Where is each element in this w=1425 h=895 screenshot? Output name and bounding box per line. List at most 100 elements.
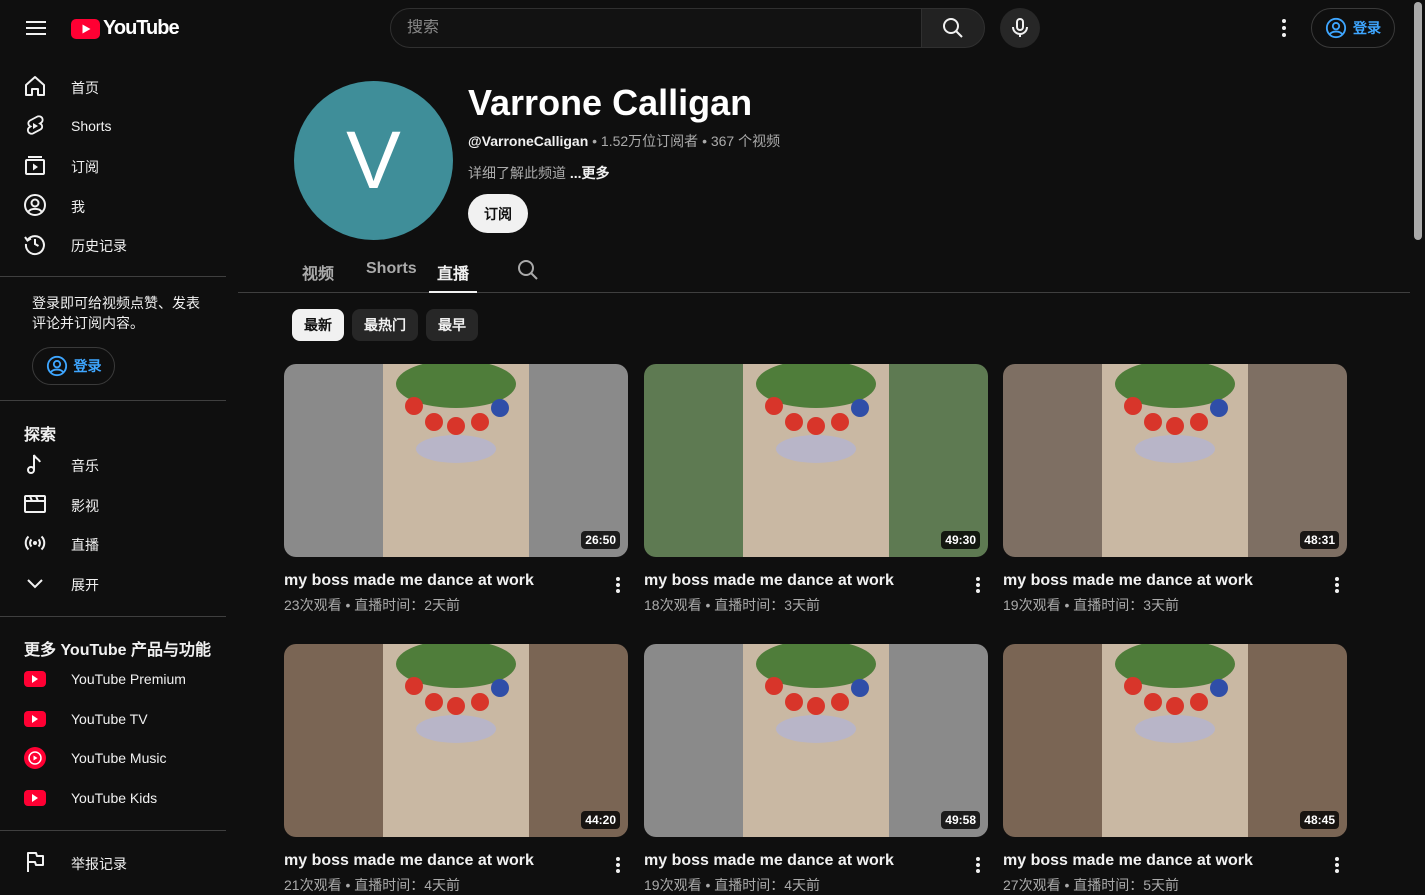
video-card[interactable]: 44:20 my boss made me dance at work 21次观看 … [284, 644, 628, 893]
video-title[interactable]: my boss made me dance at work [284, 572, 534, 590]
youtube-premium-icon [23, 667, 47, 691]
movies-icon [23, 492, 47, 516]
sidebar-item-live[interactable]: 直播 [12, 523, 226, 563]
video-meta: 21次观看 • 直播时间：4天前 [284, 877, 461, 893]
sidebar-divider [0, 400, 226, 401]
tab-videos[interactable]: 视频 [302, 260, 334, 293]
sidebar-item-youtube-music[interactable]: YouTube Music [12, 738, 226, 778]
video-title[interactable]: my boss made me dance at work [284, 852, 534, 870]
sidebar-item-movies[interactable]: 影视 [12, 484, 226, 524]
sidebar-signin-label: 登录 [73, 358, 102, 374]
thumbnail-strawberry [765, 397, 783, 415]
more-vertical-icon [1282, 19, 1286, 37]
thumbnail-image [284, 644, 628, 837]
video-action-menu-button[interactable] [1325, 573, 1349, 597]
sidebar-item-label: Shorts [71, 118, 112, 134]
sidebar-item-label: 订阅 [71, 159, 99, 175]
sidebar-item-youtube-premium[interactable]: YouTube Premium [12, 659, 226, 699]
more-vertical-icon [616, 857, 620, 873]
sidebar-item-you[interactable]: 我 [12, 185, 226, 225]
sidebar-item-report-history[interactable]: 举报记录 [12, 842, 226, 882]
sidebar-item-label: 展开 [71, 577, 99, 593]
video-card[interactable]: 48:31 my boss made me dance at work 19次观看 … [1003, 364, 1347, 613]
channel-name: Varrone Calligan [468, 82, 753, 123]
thumbnail-strawberry [1124, 397, 1142, 415]
video-thumbnail[interactable]: 26:50 [284, 364, 628, 557]
menu-button[interactable] [22, 14, 50, 42]
channel-more-link[interactable]: ...更多 [570, 165, 610, 181]
tab-shorts[interactable]: Shorts [366, 260, 417, 293]
video-action-menu-button[interactable] [966, 573, 990, 597]
sidebar-item-expand[interactable]: 展开 [12, 563, 226, 603]
more-vertical-icon [976, 857, 980, 873]
search-button[interactable] [921, 8, 985, 48]
sidebar-divider [0, 616, 226, 617]
video-thumbnail[interactable]: 44:20 [284, 644, 628, 837]
video-thumbnail[interactable]: 48:31 [1003, 364, 1347, 557]
search-input[interactable] [407, 19, 921, 37]
thumbnail-image [284, 364, 628, 557]
chip-latest[interactable]: 最新 [292, 309, 344, 341]
thumbnail-plate [416, 715, 496, 743]
voice-search-button[interactable] [1000, 8, 1040, 48]
video-action-menu-button[interactable] [606, 853, 630, 877]
sidebar-item-youtube-tv[interactable]: YouTube TV [12, 699, 226, 739]
thumbnail-strawberry [405, 677, 423, 695]
video-card[interactable]: 49:30 my boss made me dance at work 18次观看 … [644, 364, 988, 613]
sidebar-item-music[interactable]: 音乐 [12, 444, 226, 484]
sidebar-item-youtube-kids[interactable]: YouTube Kids [12, 778, 226, 818]
tab-search[interactable] [516, 258, 540, 291]
video-action-menu-button[interactable] [966, 853, 990, 877]
video-card[interactable]: 26:50 my boss made me dance at work 23次观看 … [284, 364, 628, 613]
sort-chips: 最新 最热门 最早 [292, 309, 478, 341]
chip-oldest[interactable]: 最早 [426, 309, 478, 341]
subscribe-button[interactable]: 订阅 [468, 194, 528, 233]
header-signin-button[interactable]: 登录 [1311, 8, 1395, 48]
thumbnail-strawberry [491, 399, 509, 417]
video-thumbnail[interactable]: 49:30 [644, 364, 988, 557]
hamburger-menu-icon [26, 21, 46, 35]
video-card[interactable]: 49:58 my boss made me dance at work 19次观看 … [644, 644, 988, 893]
video-meta: 23次观看 • 直播时间：2天前 [284, 597, 461, 613]
video-action-menu-button[interactable] [1325, 853, 1349, 877]
account-icon [46, 355, 67, 377]
sidebar-item-label: YouTube Music [71, 750, 167, 766]
sidebar-item-label: 我 [71, 199, 85, 215]
signin-prompt: 登录即可给视频点赞、发表评论并订阅内容。 [32, 295, 200, 331]
chevron-down-icon [23, 571, 47, 595]
video-title[interactable]: my boss made me dance at work [644, 852, 894, 870]
thumbnail-image [1003, 364, 1347, 557]
sidebar-item-label: 历史记录 [71, 238, 127, 254]
sidebar-signin-button[interactable]: 登录 [32, 347, 115, 385]
more-products-heading: 更多 YouTube 产品与功能 [24, 642, 211, 659]
search-icon [518, 260, 538, 280]
youtube-music-icon [23, 746, 47, 770]
video-thumbnail[interactable]: 49:58 [644, 644, 988, 837]
tab-live[interactable]: 直播 [429, 260, 478, 293]
settings-more-button[interactable] [1270, 14, 1298, 42]
more-vertical-icon [1335, 577, 1339, 593]
video-card[interactable]: 48:45 my boss made me dance at work 27次观看 … [1003, 644, 1347, 893]
video-title[interactable]: my boss made me dance at work [1003, 852, 1253, 870]
thumbnail-strawberry [831, 693, 849, 711]
sidebar-item-shorts[interactable]: Shorts [12, 106, 226, 146]
video-action-menu-button[interactable] [606, 573, 630, 597]
youtube-logo[interactable]: YouTube [71, 17, 180, 40]
sidebar-item-history[interactable]: 历史记录 [12, 224, 226, 264]
page-scrollbar[interactable] [1410, 0, 1425, 891]
more-vertical-icon [616, 577, 620, 593]
video-title[interactable]: my boss made me dance at work [644, 572, 894, 590]
sidebar-item-home[interactable]: 首页 [12, 66, 226, 106]
channel-description[interactable]: 详细了解此频道 ...更多 [468, 163, 610, 183]
chip-popular[interactable]: 最热门 [352, 309, 418, 341]
video-meta: 19次观看 • 直播时间：3天前 [1003, 597, 1180, 613]
youtube-tv-icon [23, 707, 47, 731]
video-thumbnail[interactable]: 48:45 [1003, 644, 1347, 837]
video-title[interactable]: my boss made me dance at work [1003, 572, 1253, 590]
scrollbar-thumb[interactable] [1414, 2, 1422, 240]
sidebar-item-label: YouTube Kids [71, 790, 158, 806]
music-icon [23, 452, 47, 476]
sidebar-item-label: 首页 [71, 80, 99, 96]
sidebar-item-label: 举报记录 [71, 856, 127, 872]
sidebar-item-subscriptions[interactable]: 订阅 [12, 145, 226, 185]
